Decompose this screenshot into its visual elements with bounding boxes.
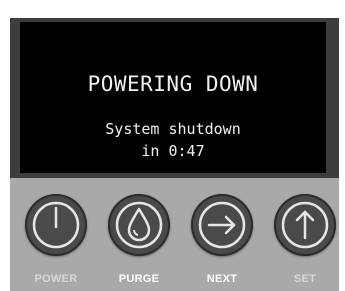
screen-message-line-2: in 0:47 [141,142,205,160]
screen-title: POWERING DOWN [87,72,259,96]
power-label: POWER [34,273,78,285]
power-button[interactable] [25,194,87,256]
screen-message-line-1: System shutdown [105,120,241,138]
display-screen: POWERING DOWN System shutdown in 0:47 [20,22,326,173]
arrow-right-icon [196,199,248,251]
set-button[interactable] [274,194,336,256]
banner-text: ​ [0,0,345,18]
next-button[interactable] [191,194,253,256]
arrow-up-icon [279,199,331,251]
purge-button[interactable] [108,194,170,256]
droplet-icon [113,199,165,251]
set-label: SET [293,273,317,285]
power-icon [30,199,82,251]
next-label: NEXT [206,273,238,285]
purge-label: PURGE [118,273,160,285]
